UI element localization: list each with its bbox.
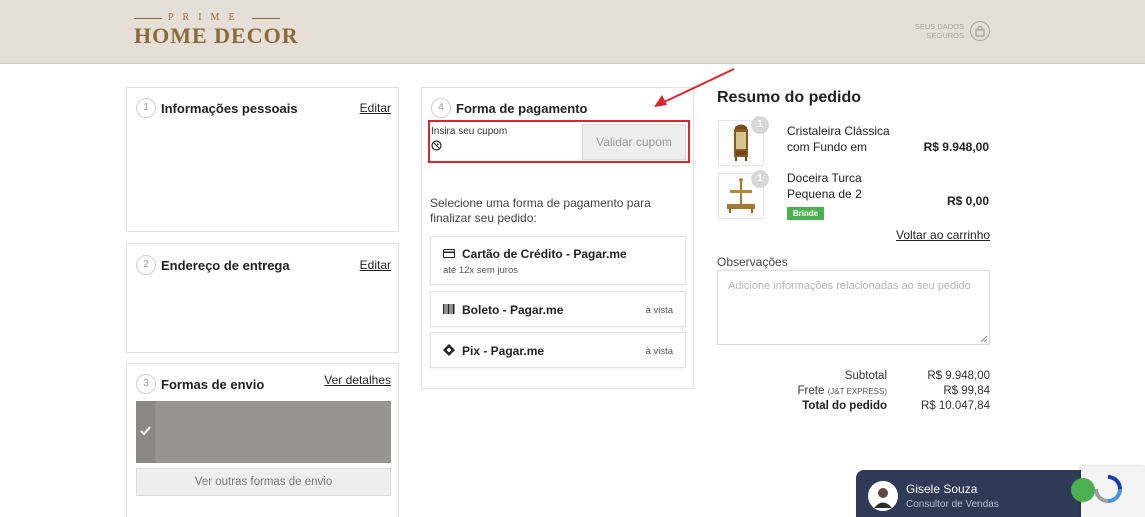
- back-to-cart-link[interactable]: Voltar ao carrinho: [896, 228, 990, 242]
- product-price: R$ 9.948,00: [923, 140, 989, 154]
- total-label: Total do pedido: [802, 400, 887, 412]
- payment-option-terms: à vista: [645, 305, 673, 316]
- recaptcha-badge: [1071, 466, 1145, 517]
- shipping-card: 3 Formas de envio Ver detalhes Ver outra…: [126, 363, 399, 517]
- coupon-highlight: Insira seu cupom Validar cupom: [428, 120, 690, 163]
- resize-handle-icon[interactable]: [980, 335, 988, 343]
- lock-icon: [970, 21, 990, 41]
- check-icon: [140, 426, 151, 436]
- subtotal-label: Subtotal: [844, 370, 887, 382]
- avatar: [868, 481, 898, 511]
- card-title: Informações pessoais: [161, 101, 298, 116]
- shipping-value: R$ 99,84: [943, 385, 990, 397]
- subtotal-row: Subtotal R$ 9.948,00: [760, 370, 990, 384]
- product-name: Doceira Turca Pequena de 2: [787, 171, 862, 201]
- product-name: Cristaleira Clássica com Fundo em: [787, 124, 890, 154]
- quantity-badge: 1: [751, 116, 769, 134]
- step-number: 1: [136, 98, 156, 118]
- secure-badge: SEUS DADOS SEGUROS: [900, 20, 992, 44]
- payment-option-credit-card[interactable]: Cartão de Crédito - Pagar.me até 12x sem…: [430, 236, 686, 285]
- personal-info-card: 1 Informações pessoais Editar: [126, 87, 399, 232]
- shipping-row: Frete (J&T EXPRESS) R$ 99,84: [760, 385, 990, 399]
- logo-divider: [134, 18, 162, 19]
- shipping-carrier: (J&T EXPRESS): [827, 387, 887, 396]
- gift-badge: Brinde: [787, 207, 824, 220]
- validate-coupon-button[interactable]: Validar cupom: [582, 124, 686, 160]
- shipping-details-link[interactable]: Ver detalhes: [324, 373, 391, 387]
- payment-option-terms: à vista: [645, 346, 673, 357]
- address-card: 2 Endereço de entrega Editar: [126, 243, 399, 353]
- payment-option-boleto[interactable]: Boleto - Pagar.me à vista: [430, 291, 686, 327]
- coupon-tag-icon: [431, 140, 442, 151]
- logo-top-text: PRIME: [168, 12, 244, 23]
- payment-option-name: Pix - Pagar.me: [462, 344, 545, 358]
- step-number: 3: [136, 374, 156, 394]
- edit-address-link[interactable]: Editar: [360, 258, 391, 272]
- card-title: Formas de envio: [161, 377, 265, 392]
- logo-divider: [252, 18, 280, 19]
- payment-option-installments: até 12x sem juros: [443, 265, 518, 276]
- summary-title: Resumo do pedido: [717, 89, 861, 106]
- payment-prompt: Selecione uma forma de pagamento para fi…: [430, 196, 651, 225]
- shipping-label-group: Frete (J&T EXPRESS): [798, 385, 887, 397]
- chat-status-indicator: [1071, 478, 1095, 502]
- payment-option-name: Boleto - Pagar.me: [462, 303, 564, 317]
- step-number: 4: [431, 98, 451, 118]
- credit-card-icon: [443, 249, 455, 258]
- card-title: Forma de pagamento: [456, 101, 588, 116]
- barcode-icon: [443, 304, 455, 314]
- logo-main-text: HOME DECOR: [134, 23, 299, 48]
- logo[interactable]: PRIME HOME DECOR: [134, 12, 298, 48]
- coupon-label: Insira seu cupom: [431, 126, 508, 137]
- total-row: Total do pedido R$ 10.047,84: [760, 400, 990, 414]
- notes-label: Observações: [717, 255, 788, 269]
- coupon-input[interactable]: Insira seu cupom: [430, 122, 580, 161]
- person-icon: [874, 488, 892, 508]
- subtotal-value: R$ 9.948,00: [927, 370, 990, 382]
- secure-text: SEUS DADOS SEGUROS: [914, 22, 964, 40]
- payment-option-name: Cartão de Crédito - Pagar.me: [462, 247, 627, 261]
- other-shipping-button[interactable]: Ver outras formas de envio: [136, 468, 391, 496]
- site-header: PRIME HOME DECOR SEUS DADOS SEGUROS: [0, 0, 1145, 64]
- edit-personal-link[interactable]: Editar: [360, 101, 391, 115]
- chat-agent-role: Consultor de Vendas: [906, 499, 999, 510]
- total-value: R$ 10.047,84: [920, 400, 990, 412]
- step-number: 2: [136, 255, 156, 275]
- pix-icon: [443, 344, 455, 356]
- shipping-label: Frete: [797, 385, 825, 397]
- payment-option-pix[interactable]: Pix - Pagar.me à vista: [430, 332, 686, 368]
- product-price: R$ 0,00: [946, 194, 989, 208]
- notes-textarea[interactable]: [717, 270, 990, 345]
- chat-agent-name: Gisele Souza: [906, 482, 978, 496]
- recaptcha-icon: [1094, 475, 1122, 503]
- selected-shipping-option[interactable]: [136, 401, 391, 463]
- card-title: Endereço de entrega: [161, 258, 290, 273]
- quantity-badge: 1: [751, 170, 769, 188]
